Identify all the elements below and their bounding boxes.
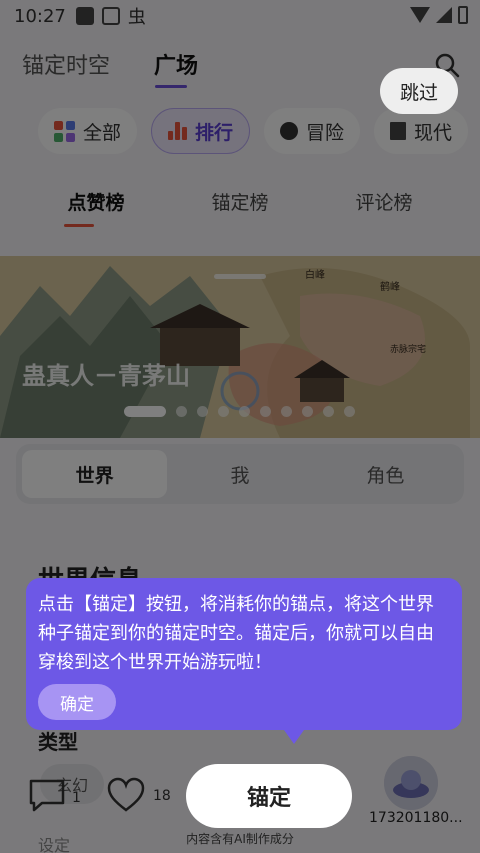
onboarding-tooltip: 点击【锚定】按钮，将消耗你的锚点，将这个世界种子锚定到你的锚定时空。锚定后，你就… — [26, 578, 462, 744]
skip-button[interactable]: 跳过 — [380, 68, 458, 114]
tooltip-confirm-button[interactable]: 确定 — [38, 684, 116, 720]
tooltip-arrow — [284, 730, 304, 744]
anchor-button[interactable]: 锚定 — [186, 764, 352, 828]
tooltip-text: 点击【锚定】按钮，将消耗你的锚点，将这个世界种子锚定到你的锚定时空。锚定后，你就… — [38, 594, 434, 673]
